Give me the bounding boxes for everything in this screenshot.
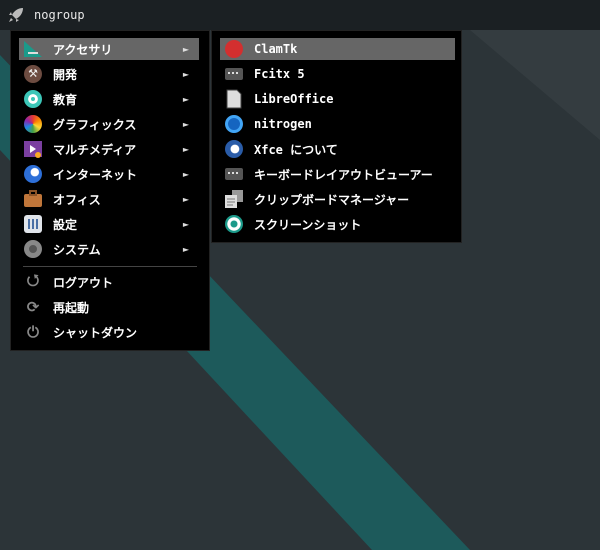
clipboard-icon: [224, 189, 244, 209]
restart-icon: ⟳: [26, 298, 40, 316]
menu-item-internet[interactable]: インターネット ►: [19, 163, 199, 185]
office-icon: [23, 189, 43, 209]
logout-icon: ⭯: [26, 270, 40, 289]
menu-item-settings[interactable]: 設定 ►: [19, 213, 199, 235]
graphics-icon: [23, 114, 43, 134]
development-icon: ⚒: [23, 64, 43, 84]
top-panel: nogroup: [0, 0, 600, 30]
keyboard-icon: [224, 64, 244, 84]
menu-item-logout[interactable]: ⭯ ログアウト: [19, 271, 199, 293]
settings-icon: [23, 214, 43, 234]
menu-item-development[interactable]: ⚒ 開発 ►: [19, 63, 199, 85]
menu-item-system[interactable]: システム ►: [19, 238, 199, 260]
panel-title: nogroup: [34, 8, 85, 22]
internet-icon: [23, 164, 43, 184]
submenu-item-fcitx5[interactable]: Fcitx 5: [220, 63, 455, 85]
submenu-item-keyboard-layout-viewer[interactable]: キーボードレイアウトビューアー: [220, 163, 455, 185]
submenu-item-nitrogen[interactable]: nitrogen: [220, 113, 455, 135]
menu-separator: [23, 266, 197, 267]
xfce-icon: [224, 139, 244, 159]
system-icon: [23, 239, 43, 259]
document-icon: [224, 89, 244, 109]
clamtk-icon: [224, 39, 244, 59]
submenu-item-clipboard-manager[interactable]: クリップボードマネージャー: [220, 188, 455, 210]
menu-item-office[interactable]: オフィス ►: [19, 188, 199, 210]
rocket-icon[interactable]: [6, 5, 26, 25]
screenshot-icon: [224, 214, 244, 234]
submenu-item-libreoffice[interactable]: LibreOffice: [220, 88, 455, 110]
menu-item-restart[interactable]: ⟳ 再起動: [19, 296, 199, 318]
menu-item-graphics[interactable]: グラフィックス ►: [19, 113, 199, 135]
accessories-icon: [23, 39, 43, 59]
multimedia-icon: [23, 139, 43, 159]
menu-item-education[interactable]: 教育 ►: [19, 88, 199, 110]
nitrogen-icon: [224, 114, 244, 134]
accessories-submenu: ClamTk Fcitx 5 LibreOffice nitrogen Xfce…: [211, 30, 462, 243]
keyboard-icon: [224, 164, 244, 184]
education-icon: [23, 89, 43, 109]
submenu-item-clamtk[interactable]: ClamTk: [220, 38, 455, 60]
menu-item-multimedia[interactable]: マルチメディア ►: [19, 138, 199, 160]
menu-item-shutdown[interactable]: ⏻ シャットダウン: [19, 321, 199, 343]
submenu-item-screenshot[interactable]: スクリーンショット: [220, 213, 455, 235]
shutdown-icon: ⏻: [27, 323, 39, 341]
menu-item-accessories[interactable]: アクセサリ ►: [19, 38, 199, 60]
applications-menu: アクセサリ ► ⚒ 開発 ► 教育 ► グラフィックス ► マルチメディア ► インターネッ…: [10, 30, 210, 351]
submenu-item-about-xfce[interactable]: Xfce について: [220, 138, 455, 160]
